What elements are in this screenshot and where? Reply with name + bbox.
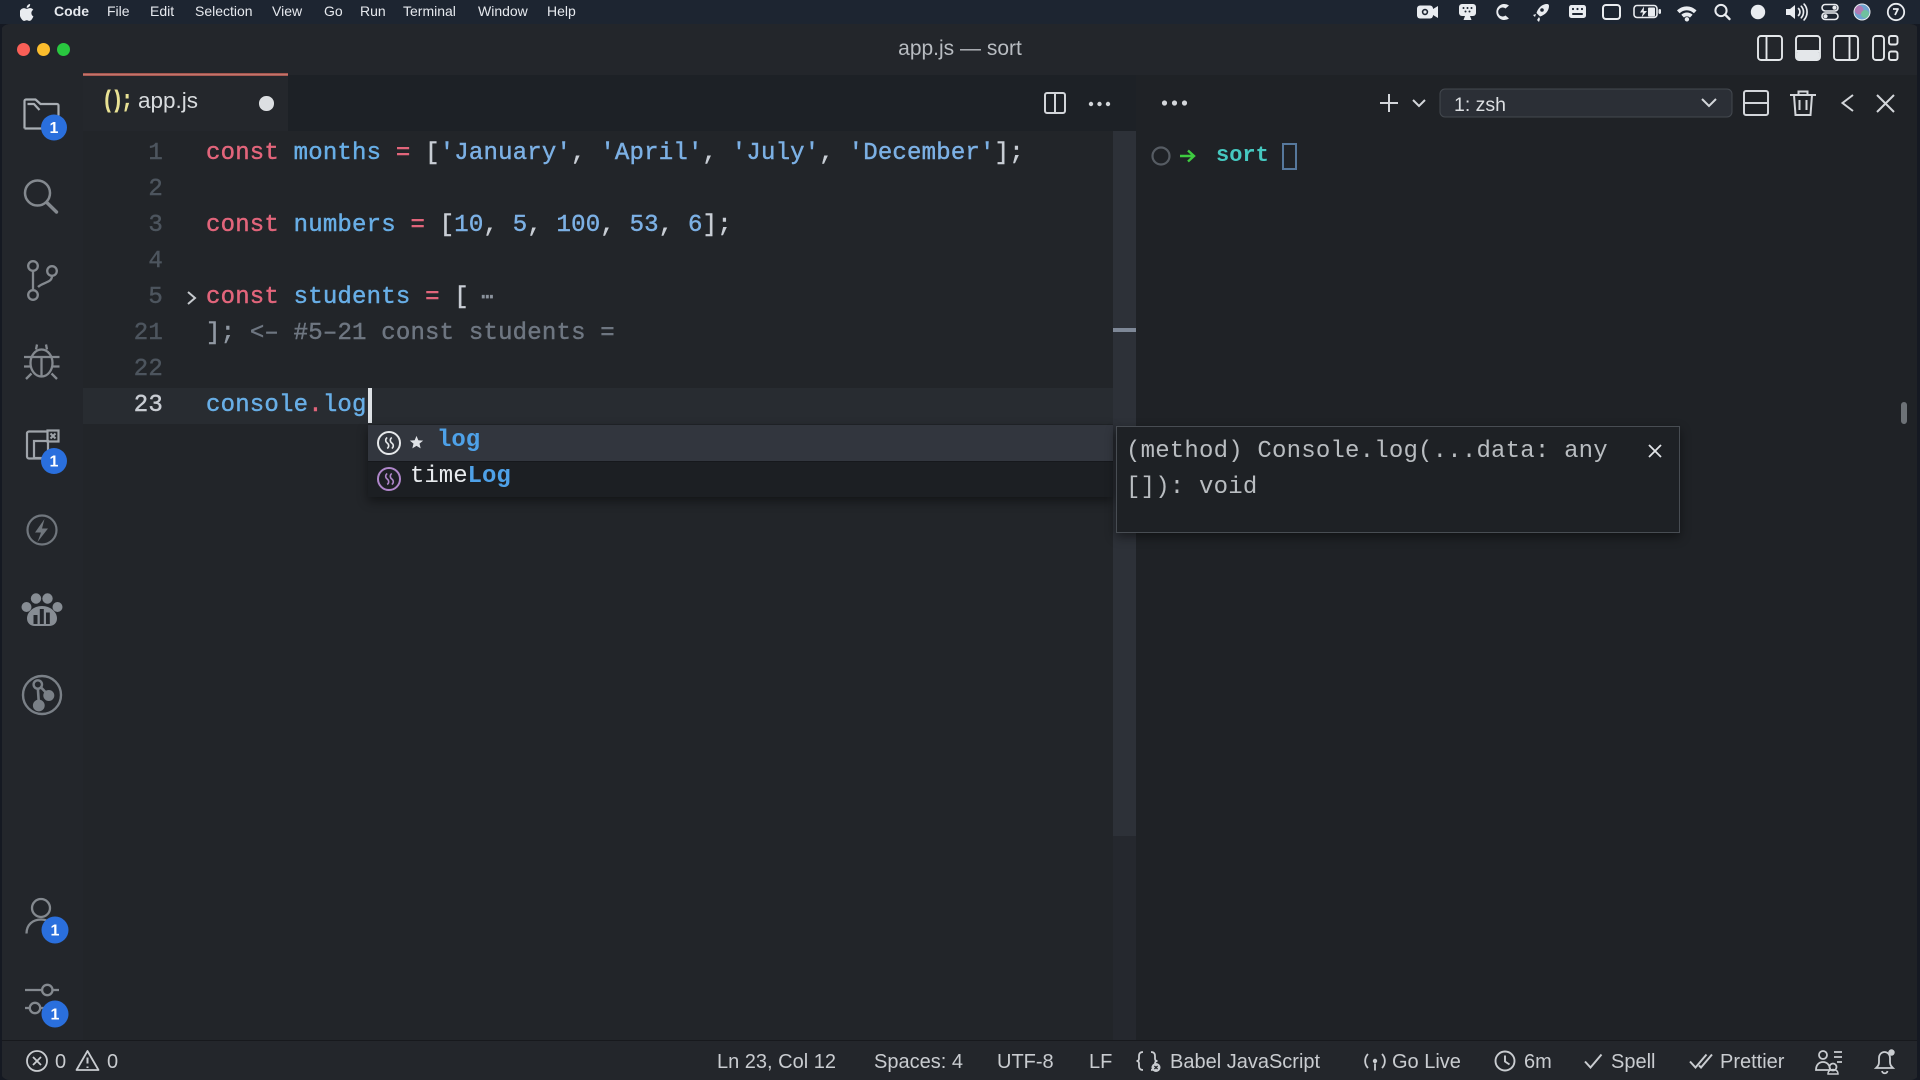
- svg-text:Babel JavaScript: Babel JavaScript: [1170, 1051, 1321, 1073]
- svg-text:6m: 6m: [1524, 1051, 1552, 1073]
- svg-text:1: 1: [50, 454, 59, 471]
- svg-text:Go Live: Go Live: [1392, 1051, 1461, 1073]
- svg-text:1: zsh: 1: zsh: [1454, 94, 1506, 116]
- svg-text:LF: LF: [1089, 1051, 1112, 1073]
- svg-text:Spell: Spell: [1611, 1051, 1655, 1073]
- svg-text:Spaces: 4: Spaces: 4: [874, 1051, 963, 1073]
- svg-text:1: 1: [51, 923, 60, 940]
- svg-text:0: 0: [107, 1051, 118, 1073]
- svg-text:1: 1: [51, 1007, 60, 1024]
- svg-text:Prettier: Prettier: [1720, 1051, 1785, 1073]
- svg-text:Ln 23, Col 12: Ln 23, Col 12: [717, 1051, 836, 1073]
- svg-text:1: 1: [50, 120, 59, 137]
- svg-text:0: 0: [55, 1051, 66, 1073]
- svg-text:UTF-8: UTF-8: [997, 1051, 1054, 1073]
